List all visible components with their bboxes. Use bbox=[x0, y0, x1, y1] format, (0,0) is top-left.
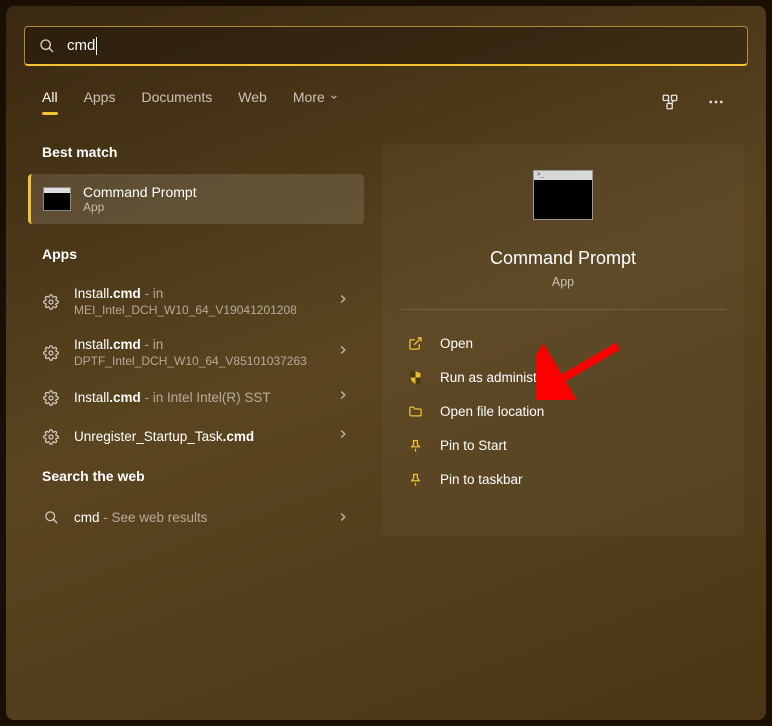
best-match-title: Command Prompt bbox=[83, 184, 197, 200]
action-label: Open file location bbox=[440, 404, 544, 419]
section-apps: Apps bbox=[28, 246, 364, 262]
action-label: Open bbox=[440, 336, 473, 351]
pin-icon bbox=[406, 470, 424, 488]
action-open-file-location[interactable]: Open file location bbox=[400, 394, 726, 428]
filter-tabs: All Apps Documents Web More bbox=[24, 88, 748, 116]
tab-all[interactable]: All bbox=[42, 89, 58, 115]
app-result-path: MEI_Intel_DCH_W10_64_V19041201208 bbox=[74, 303, 322, 317]
command-prompt-icon bbox=[43, 187, 71, 211]
chevron-right-icon bbox=[336, 292, 350, 311]
app-result[interactable]: Install.cmd - in Intel Intel(R) SST bbox=[28, 378, 364, 417]
search-value: cmd bbox=[67, 37, 97, 55]
app-result[interactable]: Unregister_Startup_Task.cmd bbox=[28, 417, 364, 456]
action-pin-to-start[interactable]: Pin to Start bbox=[400, 428, 726, 462]
search-window: cmd All Apps Documents Web More bbox=[6, 6, 766, 720]
app-result-path: DPTF_Intel_DCH_W10_64_V85101037263 bbox=[74, 354, 322, 368]
gear-icon bbox=[42, 344, 60, 362]
chevron-right-icon bbox=[336, 510, 350, 524]
action-open[interactable]: Open bbox=[400, 326, 726, 360]
chevron-down-icon bbox=[329, 92, 339, 102]
detail-panel: Command Prompt App Open Run as administra… bbox=[382, 144, 744, 536]
action-pin-to-taskbar[interactable]: Pin to taskbar bbox=[400, 462, 726, 496]
app-result-title: Install.cmd - in bbox=[74, 337, 322, 352]
tab-apps[interactable]: Apps bbox=[84, 89, 116, 115]
shield-icon bbox=[406, 368, 424, 386]
search-icon bbox=[39, 38, 55, 54]
detail-sub: App bbox=[552, 275, 574, 289]
action-run-as-administrator[interactable]: Run as administrator bbox=[400, 360, 726, 394]
tab-documents[interactable]: Documents bbox=[141, 89, 212, 115]
search-input[interactable]: cmd bbox=[24, 26, 748, 66]
open-icon bbox=[406, 334, 424, 352]
search-icon bbox=[42, 508, 60, 526]
app-result-title: Install.cmd - in Intel Intel(R) SST bbox=[74, 390, 322, 405]
section-best-match: Best match bbox=[28, 144, 364, 160]
pin-icon bbox=[406, 436, 424, 454]
chevron-right-icon bbox=[336, 427, 350, 446]
gear-icon bbox=[42, 389, 60, 407]
action-label: Pin to Start bbox=[440, 438, 507, 453]
apps-network-icon[interactable] bbox=[656, 88, 684, 116]
best-match-result[interactable]: Command Prompt App bbox=[28, 174, 364, 224]
results-list: Best match Command Prompt App Apps Insta… bbox=[28, 144, 364, 536]
detail-title: Command Prompt bbox=[490, 248, 636, 269]
tab-web[interactable]: Web bbox=[238, 89, 267, 115]
action-label: Run as administrator bbox=[440, 370, 565, 385]
command-prompt-icon bbox=[533, 170, 593, 220]
folder-icon bbox=[406, 402, 424, 420]
web-result[interactable]: cmd - See web results bbox=[28, 498, 364, 536]
app-result-title: Install.cmd - in bbox=[74, 286, 322, 301]
best-match-sub: App bbox=[83, 200, 197, 214]
chevron-right-icon bbox=[336, 388, 350, 407]
chevron-right-icon bbox=[336, 343, 350, 362]
gear-icon bbox=[42, 428, 60, 446]
app-result[interactable]: Install.cmd - in MEI_Intel_DCH_W10_64_V19… bbox=[28, 276, 364, 327]
action-label: Pin to taskbar bbox=[440, 472, 523, 487]
app-result[interactable]: Install.cmd - in DPTF_Intel_DCH_W10_64_V8… bbox=[28, 327, 364, 378]
gear-icon bbox=[42, 293, 60, 311]
tab-more[interactable]: More bbox=[293, 89, 339, 115]
section-search-web: Search the web bbox=[28, 468, 364, 484]
app-result-title: Unregister_Startup_Task.cmd bbox=[74, 429, 322, 444]
more-options-icon[interactable] bbox=[702, 88, 730, 116]
